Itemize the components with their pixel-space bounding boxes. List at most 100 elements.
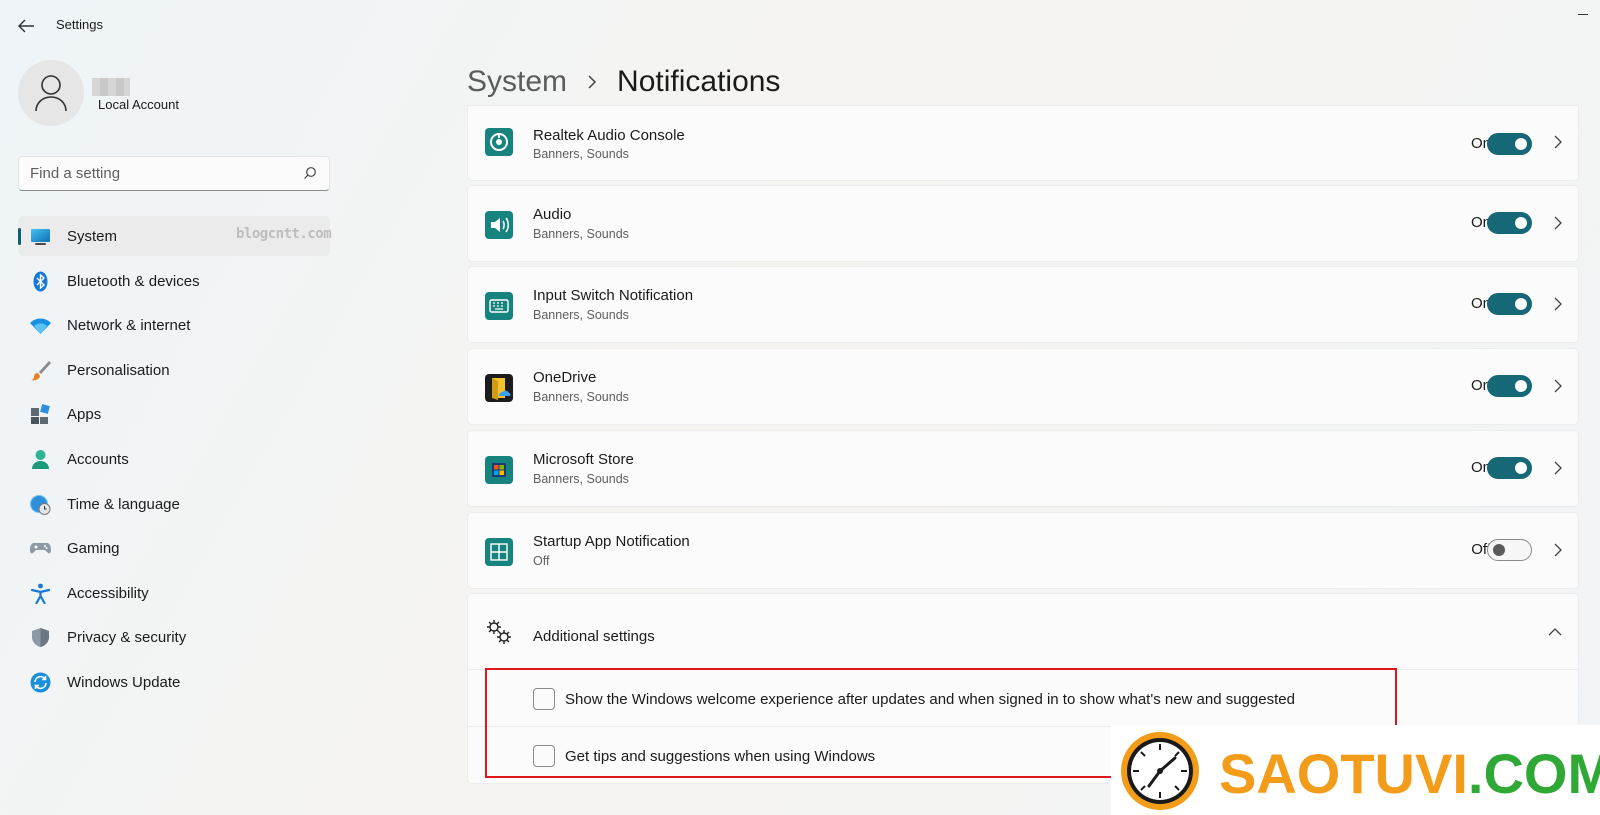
globe-clock-icon — [30, 494, 51, 515]
accessibility-icon — [30, 583, 51, 604]
notification-toggle[interactable] — [1487, 293, 1532, 315]
chevron-right-icon — [588, 75, 597, 89]
app-detail: Banners, Sounds — [533, 227, 629, 241]
sidebar-item-label: Time & language — [67, 495, 180, 513]
speaker-icon — [485, 211, 513, 239]
brand-watermark: SAOTUVI.COM — [1111, 725, 1600, 815]
watermark-text: blogcntt.com — [236, 226, 332, 242]
app-notification-row[interactable]: Input Switch Notification Banners, Sound… — [467, 266, 1579, 343]
search-box[interactable] — [18, 156, 330, 191]
toggle-state: Off — [1471, 541, 1491, 558]
app-name: Startup App Notification — [533, 533, 690, 550]
app-notification-row[interactable]: Realtek Audio Console Banners, Sounds On — [467, 105, 1579, 181]
sidebar-item-network[interactable]: Network & internet — [18, 305, 330, 345]
monitor-icon — [31, 229, 50, 245]
toggle-state: On — [1470, 377, 1491, 394]
brand-part1: SAOTUVI — [1219, 742, 1468, 805]
minimize-button[interactable] — [1578, 14, 1588, 15]
notification-toggle[interactable] — [1487, 375, 1532, 397]
app-name: Audio — [533, 206, 572, 223]
additional-settings-title: Additional settings — [533, 628, 655, 645]
sidebar-item-system[interactable]: System blogcntt.com — [18, 216, 332, 256]
toggle-state: On — [1470, 459, 1491, 476]
toggle-state: On — [1470, 214, 1491, 231]
chevron-right-icon[interactable] — [1552, 135, 1564, 149]
sidebar-item-accessibility[interactable]: Accessibility — [18, 573, 330, 613]
app-name: OneDrive — [533, 369, 597, 386]
startup-icon — [485, 538, 513, 566]
sidebar-item-personalisation[interactable]: Personalisation — [18, 350, 330, 390]
shield-icon — [32, 628, 49, 648]
sidebar-item-time-language[interactable]: Time & language — [18, 484, 330, 524]
breadcrumb-parent[interactable]: System — [467, 65, 567, 99]
app-detail: Banners, Sounds — [533, 472, 629, 486]
app-name: Microsoft Store — [533, 451, 634, 468]
chevron-up-icon[interactable] — [1547, 626, 1563, 638]
keyboard-icon — [485, 292, 513, 320]
toggle-state: On — [1470, 135, 1491, 152]
sidebar-item-label: Privacy & security — [67, 629, 187, 647]
notification-toggle[interactable] — [1487, 539, 1532, 561]
sidebar-item-label: Windows Update — [67, 673, 181, 691]
app-name: Input Switch Notification — [533, 287, 694, 304]
gears-icon — [487, 620, 511, 644]
sidebar-item-windows-update[interactable]: Windows Update — [18, 662, 330, 702]
additional-settings-header[interactable]: Additional settings — [468, 594, 1578, 670]
arrow-left-icon — [18, 19, 34, 33]
sidebar-item-label: Gaming — [67, 540, 120, 558]
person-icon — [32, 449, 49, 469]
chevron-right-icon[interactable] — [1552, 297, 1564, 311]
app-detail: Banners, Sounds — [533, 147, 629, 161]
sidebar-item-apps[interactable]: Apps — [18, 394, 330, 434]
page-title: Notifications — [617, 65, 781, 98]
gamepad-icon — [30, 543, 51, 554]
person-outline-icon — [35, 75, 67, 112]
app-detail: Off — [533, 554, 550, 568]
onedrive-icon — [485, 374, 513, 402]
sidebar-item-gaming[interactable]: Gaming — [18, 528, 330, 568]
sidebar-item-label: Apps — [67, 406, 102, 424]
back-button[interactable] — [14, 14, 38, 38]
notification-toggle[interactable] — [1487, 133, 1532, 155]
store-icon — [485, 456, 513, 484]
sidebar-item-privacy[interactable]: Privacy & security — [18, 617, 330, 657]
sidebar-item-label: System — [67, 228, 118, 245]
account-type: Local Account — [98, 97, 179, 112]
search-input[interactable] — [30, 157, 290, 190]
apps-icon — [31, 404, 50, 425]
realtek-icon — [485, 128, 513, 156]
chevron-right-icon[interactable] — [1552, 543, 1564, 557]
search-icon[interactable] — [303, 166, 317, 180]
chevron-right-icon[interactable] — [1552, 461, 1564, 475]
notification-toggle[interactable] — [1487, 457, 1532, 479]
title-bar: Settings — [0, 0, 1600, 48]
app-detail: Banners, Sounds — [533, 390, 629, 404]
profile-name-redacted — [92, 78, 130, 96]
app-detail: Banners, Sounds — [533, 308, 629, 322]
app-title: Settings — [56, 17, 103, 32]
sidebar-item-label: Accounts — [67, 450, 129, 468]
app-notification-row[interactable]: Microsoft Store Banners, Sounds On — [467, 430, 1579, 507]
chevron-right-icon[interactable] — [1552, 216, 1564, 230]
app-notification-row[interactable]: Startup App Notification Off Off — [467, 512, 1579, 589]
sidebar-item-bluetooth[interactable]: Bluetooth & devices — [18, 261, 330, 301]
app-name: Realtek Audio Console — [533, 127, 685, 144]
sidebar-item-accounts[interactable]: Accounts — [18, 439, 330, 479]
notification-toggle[interactable] — [1487, 212, 1532, 234]
sidebar-item-label: Accessibility — [67, 584, 149, 602]
app-notification-row[interactable]: OneDrive Banners, Sounds On — [467, 348, 1579, 425]
chevron-right-icon[interactable] — [1552, 379, 1564, 393]
sidebar-nav: System blogcntt.com Bluetooth & devices … — [18, 216, 332, 707]
clock-logo-icon — [1121, 732, 1199, 810]
sidebar-item-label: Network & internet — [67, 317, 191, 335]
brush-icon — [31, 360, 51, 381]
brand-text: SAOTUVI.COM — [1219, 741, 1600, 806]
avatar[interactable] — [18, 60, 84, 126]
wifi-icon — [30, 318, 51, 335]
breadcrumb: System Notifications — [467, 62, 780, 102]
app-notification-row[interactable]: Audio Banners, Sounds On — [467, 185, 1579, 262]
brand-part2: .COM — [1467, 742, 1600, 805]
sync-icon — [30, 672, 51, 693]
bluetooth-icon — [33, 271, 48, 292]
toggle-state: On — [1470, 295, 1491, 312]
